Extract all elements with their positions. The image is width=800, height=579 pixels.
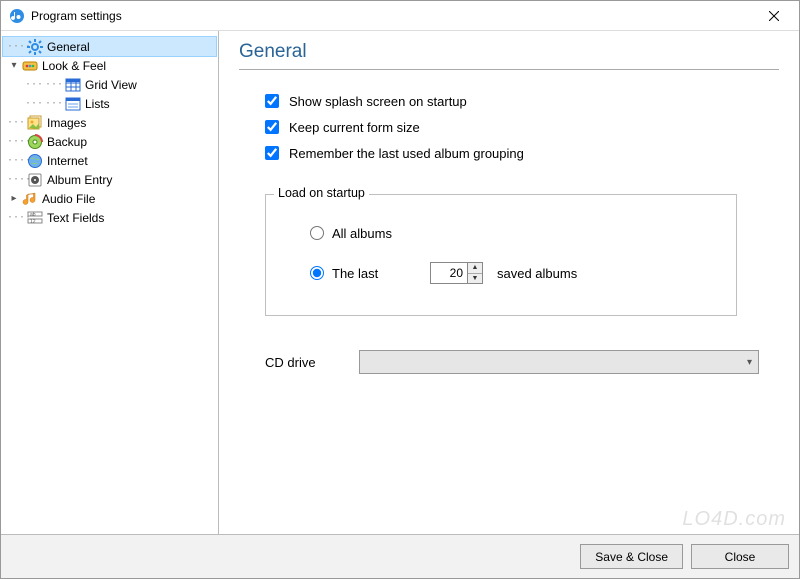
radio-the-last[interactable]: [310, 266, 324, 280]
tree-item-grid-view[interactable]: ······· Grid View: [3, 75, 216, 94]
tree-item-label: Text Fields: [47, 211, 104, 225]
list-icon: [65, 96, 81, 112]
label-the-last: The last: [332, 266, 418, 281]
dropdown-cd-drive[interactable]: ▾: [359, 350, 759, 374]
groupbox-title: Load on startup: [274, 186, 369, 200]
tree-item-label: Internet: [47, 154, 88, 168]
groupbox-load-startup: Load on startup All albums The last: [265, 194, 737, 316]
fields-icon: ab12: [27, 210, 43, 226]
tree-connector: ····: [7, 212, 27, 223]
button-bar: Save & Close Close: [1, 534, 799, 578]
tree-connector: ····: [7, 136, 27, 147]
svg-text:12: 12: [30, 219, 36, 225]
tree-connector: ····: [45, 98, 65, 109]
tree-item-label: Images: [47, 116, 86, 130]
tree-item-lists[interactable]: ······· Lists: [3, 94, 216, 113]
tree-item-text-fields[interactable]: ····ab12 Text Fields: [3, 208, 216, 227]
tree-connector: ···: [25, 98, 45, 109]
table-icon: [65, 77, 81, 93]
checkbox-remember-grouping[interactable]: [265, 146, 279, 160]
tree-item-audio-file[interactable]: ▸ Audio File: [3, 189, 216, 208]
tree-item-backup[interactable]: ···· Backup: [3, 132, 216, 151]
divider: [239, 69, 779, 70]
tree-item-look-feel[interactable]: ▾ Look & Feel: [3, 56, 216, 75]
input-last-count[interactable]: [431, 263, 467, 283]
tree-expand-icon[interactable]: ▾: [7, 59, 21, 73]
close-icon: [769, 11, 779, 21]
client-area: ····General▾Look & Feel·······Grid View·…: [1, 31, 799, 578]
tree-item-internet[interactable]: ···· Internet: [3, 151, 216, 170]
label-cd-drive: CD drive: [265, 355, 359, 370]
tree-item-label: Album Entry: [47, 173, 112, 187]
spin-down-button[interactable]: ▼: [468, 274, 482, 284]
palette-icon: [22, 58, 38, 74]
globe-icon: [27, 153, 43, 169]
chevron-down-icon: ▾: [747, 357, 752, 368]
panel-title: General: [239, 41, 779, 63]
tree-item-label: Audio File: [42, 192, 95, 206]
window-title: Program settings: [31, 9, 122, 23]
label-show-splash: Show splash screen on startup: [289, 94, 467, 109]
tree-connector: ····: [7, 155, 27, 166]
spin-last-count: ▲ ▼: [430, 262, 483, 284]
images-icon: [27, 115, 43, 131]
tree-item-label: Look & Feel: [42, 59, 106, 73]
tree-item-general[interactable]: ···· General: [3, 37, 216, 56]
settings-tree: ····General▾Look & Feel·······Grid View·…: [1, 31, 219, 534]
disk-icon: [27, 134, 43, 150]
svg-text:ab: ab: [30, 212, 36, 218]
titlebar: Program settings: [1, 1, 799, 31]
tree-connector: ···: [25, 79, 45, 90]
tree-item-album-entry[interactable]: ···· Album Entry: [3, 170, 216, 189]
tree-item-label: General: [47, 40, 90, 54]
label-remember-grouping: Remember the last used album grouping: [289, 146, 524, 161]
label-keep-form-size: Keep current form size: [289, 120, 420, 135]
label-saved-albums: saved albums: [497, 266, 577, 281]
tree-item-images[interactable]: ···· Images: [3, 113, 216, 132]
tree-connector: ····: [7, 117, 27, 128]
spin-up-button[interactable]: ▲: [468, 263, 482, 274]
tree-connector: ····: [45, 79, 65, 90]
window-close-button[interactable]: [753, 2, 795, 30]
album-icon: [27, 172, 43, 188]
tree-item-label: Backup: [47, 135, 87, 149]
tree-expand-icon[interactable]: ▸: [7, 192, 21, 206]
settings-panel: General Show splash screen on startup Ke…: [219, 31, 799, 534]
close-button[interactable]: Close: [691, 544, 789, 569]
checkbox-show-splash[interactable]: [265, 94, 279, 108]
tree-item-label: Lists: [85, 97, 110, 111]
app-icon: [9, 8, 25, 24]
tree-connector: ····: [7, 174, 27, 185]
tree-item-label: Grid View: [85, 78, 137, 92]
checkbox-keep-form-size[interactable]: [265, 120, 279, 134]
settings-window: Program settings ···· General ▾ Look & Feel…: [0, 0, 800, 579]
gear-icon: [27, 39, 43, 55]
save-close-button[interactable]: Save & Close: [580, 544, 683, 569]
audio-icon: [22, 191, 38, 207]
radio-all-albums[interactable]: [310, 226, 324, 240]
tree-connector: ····: [7, 41, 27, 52]
label-all-albums: All albums: [332, 226, 418, 241]
